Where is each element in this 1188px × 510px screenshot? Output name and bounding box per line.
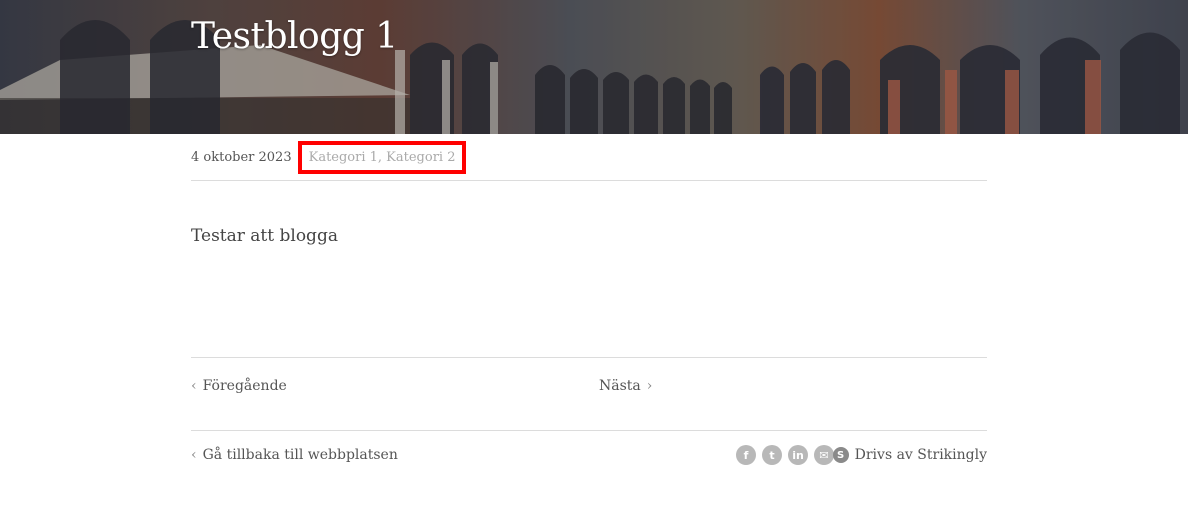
previous-post-label: Föregående [202, 378, 287, 394]
next-post-link[interactable]: Nästa › [599, 378, 652, 394]
post-content: 4 oktober 2023 Kategori 1, Kategori 2 Te… [191, 134, 987, 481]
email-icon[interactable]: ✉ [814, 445, 834, 465]
chevron-right-icon: › [646, 378, 653, 394]
back-to-site-link[interactable]: ‹ Gå tillbaka till webbplatsen [191, 447, 398, 463]
powered-by-label: Drivs av Strikingly [854, 447, 987, 463]
next-post-label: Nästa [599, 378, 641, 394]
back-to-site-label: Gå tillbaka till webbplatsen [202, 447, 398, 463]
post-pager: ‹ Föregående Nästa › [191, 358, 987, 431]
post-title: Testblogg 1 [191, 16, 398, 57]
strikingly-icon: S [832, 447, 849, 463]
facebook-icon[interactable]: f [736, 445, 756, 465]
social-share-icons: f t in ✉ [736, 445, 840, 465]
post-body: Testar att blogga [191, 181, 987, 358]
chevron-left-icon: ‹ [191, 378, 197, 394]
previous-post-link[interactable]: ‹ Föregående [191, 378, 287, 394]
twitter-icon[interactable]: t [762, 445, 782, 465]
header-banner: Testblogg 1 [0, 0, 1188, 134]
chevron-left-icon: ‹ [191, 447, 197, 463]
powered-by[interactable]: S Drivs av Strikingly [832, 447, 987, 463]
banner-photo-arcades [0, 0, 1188, 134]
post-date: 4 oktober 2023 [191, 149, 292, 165]
linkedin-icon[interactable]: in [788, 445, 808, 465]
post-body-text: Testar att blogga [191, 226, 338, 246]
post-categories[interactable]: Kategori 1, Kategori 2 [297, 140, 467, 174]
post-footer: ‹ Gå tillbaka till webbplatsen f t in ✉ … [191, 431, 987, 481]
post-meta: 4 oktober 2023 Kategori 1, Kategori 2 [191, 134, 987, 181]
